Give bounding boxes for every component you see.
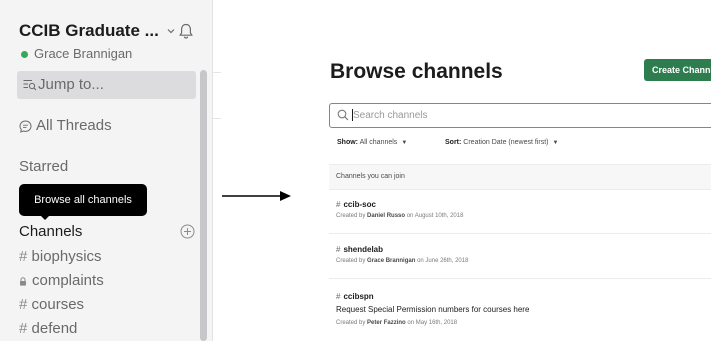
channel-name: courses: [31, 296, 85, 313]
search-icon: [337, 109, 349, 121]
created-prefix: Created by: [336, 258, 366, 264]
channel-name: defend: [31, 320, 78, 337]
tooltip-pointer: [40, 215, 50, 220]
jump-to-button[interactable]: Jump to...: [17, 71, 196, 99]
created-date: on May 16th, 2018: [407, 320, 458, 326]
sort-label: Sort:: [445, 139, 462, 146]
starred-section-header[interactable]: Starred: [19, 158, 68, 175]
sidebar-divider: [212, 0, 213, 341]
sidebar-item-defend[interactable]: # defend: [19, 320, 77, 337]
channel-hash-prefix: #: [19, 320, 28, 337]
arrow-right-icon: [222, 191, 291, 201]
threads-icon: [19, 120, 32, 133]
divider-line: [213, 72, 221, 73]
created-date: on August 10th, 2018: [406, 213, 464, 219]
all-threads-label: All Threads: [36, 117, 112, 134]
channel-created-meta: Created by Grace Brannigan on June 26th,…: [336, 258, 468, 264]
caret-down-icon: ▼: [401, 140, 408, 146]
channel-purpose: Request Special Permission numbers for c…: [336, 305, 530, 314]
search-box[interactable]: [329, 103, 711, 128]
channel-row[interactable]: # shendelab Created by Grace Brannigan on…: [329, 234, 711, 279]
show-filter-dropdown[interactable]: Show: All channels ▼: [337, 139, 407, 146]
creator-name: Daniel Russo: [367, 213, 406, 219]
bell-icon[interactable]: [177, 22, 195, 40]
presence-indicator: [21, 51, 28, 58]
created-prefix: Created by: [336, 213, 366, 219]
channels-section-header[interactable]: Channels: [19, 223, 82, 240]
jump-to-icon: [23, 80, 37, 91]
browse-channels-tooltip: Browse all channels: [19, 184, 147, 216]
caret-down-icon: ▼: [552, 140, 559, 146]
section-header-label: Channels you can join: [336, 173, 405, 180]
channel-name: shendelab: [343, 245, 384, 254]
creator-name: Grace Brannigan: [367, 258, 416, 264]
sidebar-item-courses[interactable]: # courses: [19, 296, 84, 313]
page-title: Browse channels: [330, 60, 503, 83]
sort-dropdown[interactable]: Sort: Creation Date (newest first) ▼: [445, 139, 558, 146]
channel-name: biophysics: [31, 248, 102, 265]
list-section-header: Channels you can join: [329, 164, 711, 190]
channel-created-meta: Created by Peter Fazzino on May 16th, 20…: [336, 320, 457, 326]
created-prefix: Created by: [336, 320, 366, 326]
channel-created-meta: Created by Daniel Russo on August 10th, …: [336, 213, 463, 219]
user-name: Grace Brannigan: [34, 46, 133, 61]
created-date: on June 26th, 2018: [417, 258, 469, 264]
channel-row[interactable]: # ccib-soc Created by Daniel Russo on Aug…: [329, 189, 711, 234]
show-filter-value: All channels: [359, 139, 398, 146]
channel-row-name: # ccib-soc: [336, 200, 376, 209]
show-filter-label: Show:: [337, 139, 358, 146]
lock-icon: [20, 277, 26, 286]
workspace-name[interactable]: CCIB Graduate ...: [19, 21, 159, 41]
sidebar-scrollbar[interactable]: [200, 70, 207, 341]
search-input[interactable]: [353, 107, 693, 123]
channel-name: ccib-soc: [343, 200, 376, 209]
sort-value: Creation Date (newest first): [463, 139, 549, 146]
creator-name: Peter Fazzino: [367, 320, 406, 326]
sidebar-item-biophysics[interactable]: # biophysics: [19, 248, 102, 265]
channel-hash-prefix: #: [19, 296, 28, 313]
channel-hash-prefix: #: [19, 248, 28, 265]
chevron-down-icon[interactable]: [166, 26, 176, 36]
hash-icon: #: [336, 292, 341, 301]
divider-line: [213, 118, 221, 119]
slack-sidebar: CCIB Graduate ... Grace Brannigan Jump t…: [0, 0, 212, 341]
channel-name: ccibspn: [343, 292, 374, 301]
channel-name: complaints: [32, 272, 104, 289]
add-channel-icon[interactable]: [180, 224, 195, 239]
sidebar-item-complaints[interactable]: complaints: [19, 272, 104, 289]
channel-row-name: # shendelab: [336, 245, 383, 254]
hash-icon: #: [336, 200, 341, 209]
channel-row[interactable]: # ccibspn Request Special Permission numb…: [329, 279, 711, 341]
create-channel-button[interactable]: Create Channel: [644, 59, 711, 81]
browse-channels-panel: Browse channels Create Channel Show: All…: [318, 0, 711, 341]
jump-to-label: Jump to...: [38, 76, 104, 93]
channel-row-name: # ccibspn: [336, 292, 374, 301]
hash-icon: #: [336, 245, 341, 254]
